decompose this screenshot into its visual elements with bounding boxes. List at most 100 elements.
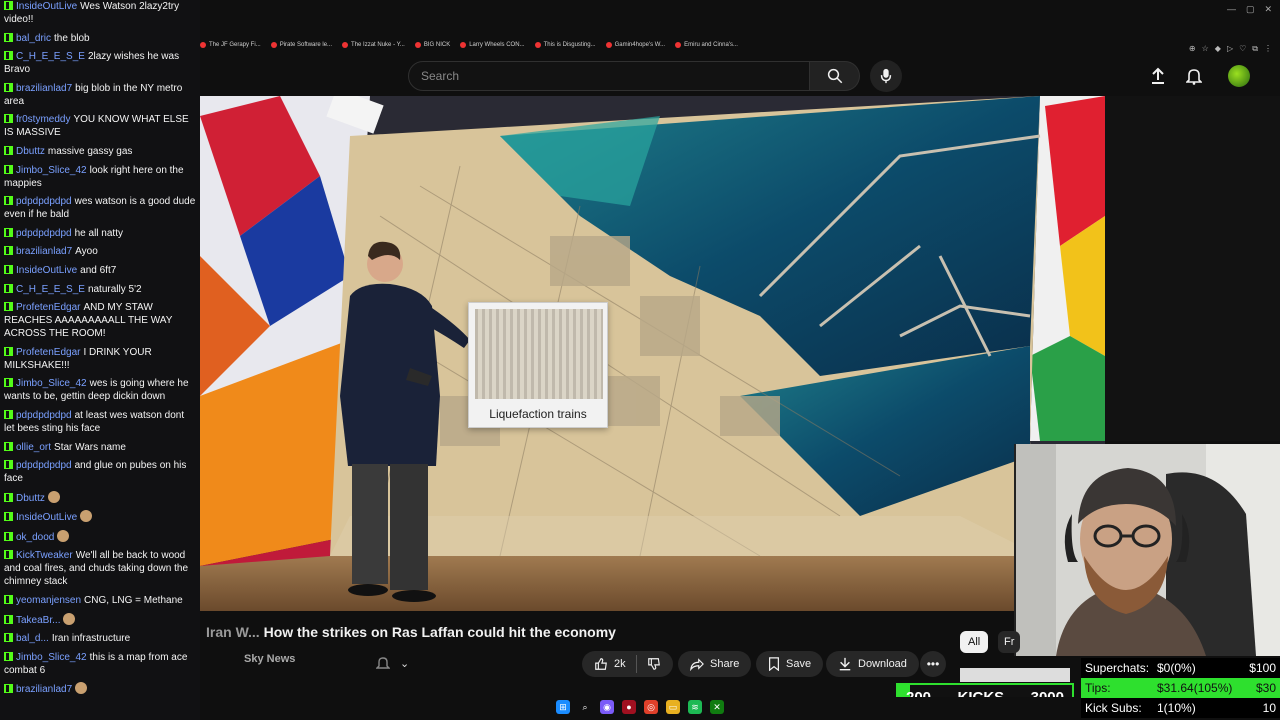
folder-icon[interactable]: ▭	[666, 700, 680, 714]
chat-username[interactable]: pdpdpdpdpd	[16, 460, 72, 471]
chat-username[interactable]: ProfetenEdgar	[16, 347, 81, 358]
bookmark-item[interactable]: The JF Gerapy Fi...	[200, 42, 261, 48]
chat-username[interactable]: Jimbo_Slice_42	[16, 378, 87, 389]
voice-search-button[interactable]	[870, 60, 902, 92]
chat-username[interactable]: pdpdpdpdpd	[16, 196, 72, 207]
related-video-thumbnail[interactable]	[960, 668, 1070, 682]
bookmark-item[interactable]: Larry Wheels CON...	[460, 42, 525, 48]
chat-username[interactable]: brazilianlad7	[16, 246, 72, 257]
chat-username[interactable]: brazilianlad7	[16, 684, 72, 695]
search-placeholder: Search	[421, 69, 460, 83]
chat-username[interactable]: Jimbo_Slice_42	[16, 165, 87, 176]
filter-chip-fr[interactable]: Fr	[998, 631, 1021, 653]
like-count[interactable]: 2k	[614, 658, 626, 670]
chat-username[interactable]: InsideOutLive	[16, 1, 77, 12]
video-player[interactable]	[200, 96, 1105, 611]
extensions-icon[interactable]: ⧉	[1252, 44, 1258, 54]
chat-username[interactable]: brazilianlad7	[16, 83, 72, 94]
title-prefix: Iran W...	[206, 624, 260, 640]
bookmark-item[interactable]: This is Disgusting...	[534, 42, 596, 48]
chat-username[interactable]: TakeaBr...	[16, 615, 60, 626]
chat-username[interactable]: Dbuttz	[16, 493, 45, 504]
filter-chip-all[interactable]: All	[960, 631, 989, 653]
kick-subs-label: Kick Subs:	[1085, 701, 1142, 715]
chat-message: ollie_ort Star Wars name	[4, 441, 196, 454]
share-button[interactable]: Share	[678, 651, 752, 677]
obs-icon[interactable]: ●	[622, 700, 636, 714]
superchats-row: Superchats: $0(0%) $100	[1081, 658, 1280, 678]
bell-icon	[1186, 69, 1202, 85]
chat-message: fr0stymeddy YOU KNOW WHAT ELSE IS MASSIVE	[4, 113, 196, 139]
emote-icon	[57, 529, 70, 542]
favicon-icon	[342, 42, 349, 48]
maximize-icon[interactable]: ▢	[1246, 4, 1255, 15]
chat-username[interactable]: InsideOutLive	[16, 512, 77, 523]
channel-name[interactable]: Sky News	[244, 653, 295, 665]
bookmark-item[interactable]: Pirate Software le...	[270, 42, 332, 48]
upload-button[interactable]	[1146, 64, 1170, 88]
chat-message: Jimbo_Slice_42 wes is going where he want…	[4, 377, 196, 403]
kick-badge-icon	[4, 633, 13, 643]
chat-username[interactable]: InsideOutLive	[16, 265, 77, 276]
caption-label: Liquefaction trains	[489, 407, 587, 421]
search-icon	[827, 68, 842, 84]
windows-start-icon[interactable]: ⊞	[556, 700, 570, 714]
shield-icon[interactable]: ◆	[1215, 44, 1221, 54]
search-button[interactable]	[810, 61, 860, 91]
kick-subs-goal: 10	[1262, 701, 1276, 715]
close-icon[interactable]: ✕	[1264, 4, 1272, 15]
more-actions-button[interactable]: •••	[920, 651, 946, 677]
bookmark-item[interactable]: Emiru and Cinna's...	[675, 42, 738, 48]
play-icon[interactable]: ▷	[1227, 44, 1233, 54]
menu-dots-icon[interactable]: ⋮	[1264, 44, 1272, 54]
title-text: How the strikes on Ras Laffan could hit …	[263, 624, 616, 640]
chat-username[interactable]: pdpdpdpdpd	[16, 228, 72, 239]
kick-badge-icon	[4, 264, 13, 274]
bookmark-item[interactable]: BIG NICK	[414, 42, 450, 48]
chat-username[interactable]: C_H_E_E_S_E	[16, 51, 85, 62]
chevron-down-icon[interactable]: ⌄	[400, 657, 409, 670]
xbox-icon[interactable]: ✕	[710, 700, 724, 714]
chat-username[interactable]: Jimbo_Slice_42	[16, 652, 87, 663]
kick-badge-icon	[4, 595, 13, 605]
avatar[interactable]	[1228, 65, 1250, 87]
spotify-icon[interactable]: ≋	[688, 700, 702, 714]
thumbs-up-icon[interactable]	[594, 657, 608, 671]
more-dots-icon: •••	[926, 657, 940, 671]
chat-username[interactable]: Dbuttz	[16, 146, 45, 157]
emote-icon	[80, 510, 93, 523]
download-button[interactable]: Download	[826, 651, 919, 677]
chat-username[interactable]: fr0stymeddy	[16, 114, 70, 125]
chat-message: InsideOutLive Wes Watson 2lazy2try video!…	[4, 0, 196, 26]
notifications-button[interactable]	[1182, 64, 1206, 88]
discord-icon[interactable]: ◉	[600, 700, 614, 714]
save-button[interactable]: Save	[756, 651, 824, 677]
heart-icon[interactable]: ♡	[1239, 44, 1246, 54]
chat-text: and 6ft7	[80, 264, 117, 276]
chat-username[interactable]: ProfetenEdgar	[16, 302, 81, 313]
video-title: Iran W... How the strikes on Ras Laffan …	[206, 624, 616, 640]
chat-username[interactable]: pdpdpdpdpd	[16, 410, 72, 421]
chat-message: Jimbo_Slice_42 this is a map from ace com…	[4, 651, 196, 677]
chat-username[interactable]: ollie_ort	[16, 442, 51, 453]
chat-username[interactable]: ok_dood	[16, 532, 54, 543]
bookmark-item[interactable]: The Izzat Nuke - Y...	[342, 42, 405, 48]
chat-username[interactable]: bal_d...	[16, 633, 49, 644]
search-input[interactable]: Search	[408, 61, 810, 91]
video-side-panel	[1105, 96, 1280, 441]
thumbs-down-icon[interactable]	[647, 657, 661, 671]
subscribe-bell-icon[interactable]	[376, 655, 390, 671]
bookmark-star-icon[interactable]: ☆	[1202, 44, 1209, 54]
taskbar-search-icon[interactable]: ⌕	[578, 700, 592, 714]
chat-message: pdpdpdpdpd he all natty	[4, 227, 196, 240]
chat-username[interactable]: bal_dric	[16, 33, 51, 44]
minimize-icon[interactable]: —	[1227, 4, 1236, 15]
zoom-icon[interactable]: ⊕	[1189, 44, 1196, 54]
chrome-icon[interactable]: ◎	[644, 700, 658, 714]
chat-username[interactable]: yeomanjensen	[16, 595, 81, 606]
superchats-label: Superchats:	[1085, 661, 1150, 675]
bookmark-item[interactable]: Gamin4hope's W...	[605, 42, 665, 48]
chat-message: Dbuttz	[4, 490, 196, 505]
chat-username[interactable]: C_H_E_E_S_E	[16, 284, 85, 295]
chat-username[interactable]: KickTweaker	[16, 550, 73, 561]
